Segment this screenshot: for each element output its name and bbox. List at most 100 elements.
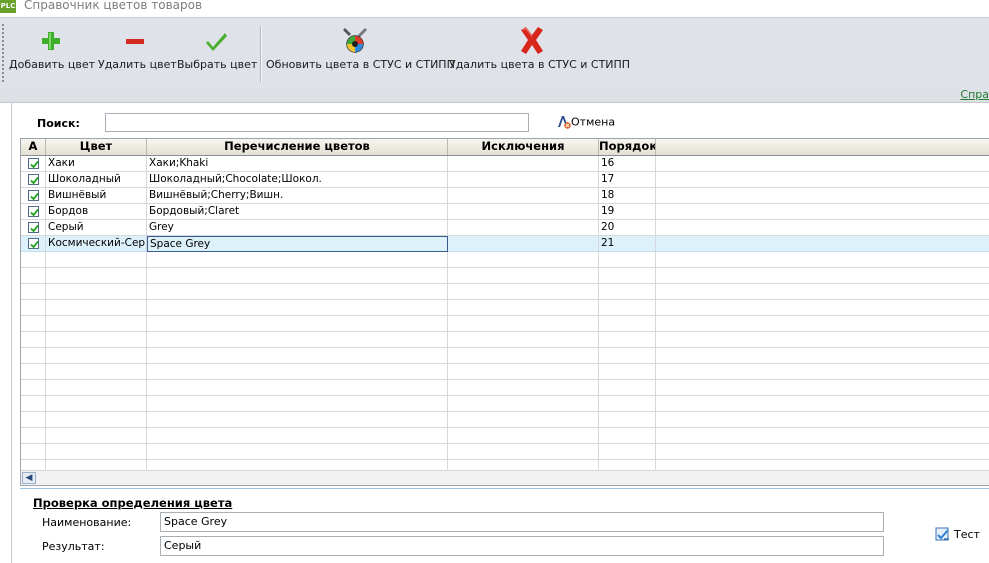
cell-color-list[interactable] (147, 316, 448, 332)
empty-table-row[interactable] (21, 332, 989, 348)
cell-exclusions[interactable] (448, 412, 599, 428)
active-checkbox[interactable] (28, 222, 39, 233)
empty-table-row[interactable] (21, 444, 989, 460)
cell-exclusions[interactable] (448, 188, 599, 204)
cell-color[interactable] (46, 396, 147, 412)
cell-order[interactable] (599, 332, 656, 348)
cell-exclusions[interactable] (448, 172, 599, 188)
column-header-order[interactable]: Порядок (599, 139, 656, 155)
table-row[interactable]: Космический-СерыйSpace Grey 21 (21, 236, 989, 252)
cell-order[interactable] (599, 300, 656, 316)
table-row[interactable]: Шоколадный Шоколадный;Chocolate;Шокол. 17 (21, 172, 989, 188)
cell-order[interactable]: 16 (599, 156, 656, 172)
active-checkbox[interactable] (28, 238, 39, 249)
empty-table-row[interactable] (21, 348, 989, 364)
cell-exclusions[interactable] (448, 220, 599, 236)
active-checkbox[interactable] (28, 190, 39, 201)
cell-color[interactable] (46, 348, 147, 364)
active-checkbox[interactable] (28, 206, 39, 217)
cell-order[interactable] (599, 396, 656, 412)
name-input[interactable]: Space Grey (160, 512, 884, 532)
empty-table-row[interactable] (21, 412, 989, 428)
cell-active[interactable] (21, 172, 46, 188)
empty-table-row[interactable] (21, 380, 989, 396)
cancel-button[interactable]: Отмена (557, 115, 615, 131)
active-checkbox[interactable] (28, 158, 39, 169)
cell-color[interactable]: Шоколадный (46, 172, 147, 188)
cell-exclusions[interactable] (448, 300, 599, 316)
cell-active[interactable] (21, 236, 46, 252)
cell-order[interactable] (599, 412, 656, 428)
cell-active[interactable] (21, 428, 46, 444)
cell-order[interactable]: 17 (599, 172, 656, 188)
cell-active[interactable] (21, 412, 46, 428)
cell-order[interactable] (599, 364, 656, 380)
cell-exclusions[interactable] (448, 428, 599, 444)
cell-exclusions[interactable] (448, 332, 599, 348)
cell-color-list[interactable]: Хаки;Khaki (147, 156, 448, 172)
cell-color-list[interactable] (147, 380, 448, 396)
cell-color[interactable]: Серый (46, 220, 147, 236)
cell-color[interactable] (46, 428, 147, 444)
toolbar-grip[interactable] (2, 24, 4, 82)
column-header-active[interactable]: А (21, 139, 46, 155)
cell-color[interactable]: Космический-Серый (46, 236, 147, 252)
cell-color-list[interactable] (147, 348, 448, 364)
cell-color-list[interactable] (147, 412, 448, 428)
cell-exclusions[interactable] (448, 284, 599, 300)
empty-table-row[interactable] (21, 284, 989, 300)
cell-color[interactable] (46, 252, 147, 268)
cell-order[interactable]: 20 (599, 220, 656, 236)
cell-order[interactable] (599, 348, 656, 364)
cell-active[interactable] (21, 380, 46, 396)
empty-table-row[interactable] (21, 396, 989, 412)
cell-exclusions[interactable] (448, 348, 599, 364)
test-button[interactable]: Тест (935, 526, 980, 542)
cell-color[interactable]: Хаки (46, 156, 147, 172)
cell-color[interactable] (46, 268, 147, 284)
cell-color-list[interactable] (147, 364, 448, 380)
empty-table-row[interactable] (21, 316, 989, 332)
cell-order[interactable] (599, 444, 656, 460)
cell-active[interactable] (21, 300, 46, 316)
cell-active[interactable] (21, 316, 46, 332)
cell-active[interactable] (21, 332, 46, 348)
cell-active[interactable] (21, 396, 46, 412)
cell-order[interactable] (599, 268, 656, 284)
cell-color[interactable] (46, 364, 147, 380)
table-row[interactable]: Хаки Хаки;Khaki 16 (21, 156, 989, 172)
cell-color-list[interactable] (147, 252, 448, 268)
update-colors-button[interactable]: Обновить цвета в СТУС и СТИПП (266, 22, 455, 82)
empty-table-row[interactable] (21, 300, 989, 316)
cell-color[interactable] (46, 412, 147, 428)
empty-table-row[interactable] (21, 364, 989, 380)
cell-color-list[interactable] (147, 284, 448, 300)
delete-colors-button[interactable]: Удалить цвета в СТУС и СТИПП (449, 22, 630, 82)
cell-color[interactable] (46, 380, 147, 396)
cell-color-list[interactable] (147, 300, 448, 316)
table-row[interactable]: Вишнёвый Вишнёвый;Cherry;Вишн. 18 (21, 188, 989, 204)
cell-color-list[interactable] (147, 428, 448, 444)
select-color-button[interactable]: Выбрать цвет (177, 22, 257, 82)
cell-exclusions[interactable] (448, 156, 599, 172)
cell-active[interactable] (21, 268, 46, 284)
cell-order[interactable]: 19 (599, 204, 656, 220)
table-row[interactable]: Бордов Бордовый;Claret 19 (21, 204, 989, 220)
cell-color-list[interactable]: Вишнёвый;Cherry;Вишн. (147, 188, 448, 204)
cell-color[interactable] (46, 316, 147, 332)
column-header-color-list[interactable]: Перечисление цветов (147, 139, 448, 155)
cell-exclusions[interactable] (448, 444, 599, 460)
cell-color-list[interactable]: Space Grey (147, 236, 448, 252)
cell-color[interactable]: Вишнёвый (46, 188, 147, 204)
cell-color-list[interactable]: Grey (147, 220, 448, 236)
cell-order[interactable] (599, 380, 656, 396)
cell-color-list[interactable]: Бордовый;Claret (147, 204, 448, 220)
cell-order[interactable] (599, 316, 656, 332)
cell-active[interactable] (21, 204, 46, 220)
cell-active[interactable] (21, 364, 46, 380)
active-checkbox[interactable] (28, 174, 39, 185)
cell-order[interactable]: 21 (599, 236, 656, 252)
cell-color-list[interactable] (147, 332, 448, 348)
cell-color[interactable] (46, 300, 147, 316)
help-link[interactable]: Спра (960, 88, 989, 101)
